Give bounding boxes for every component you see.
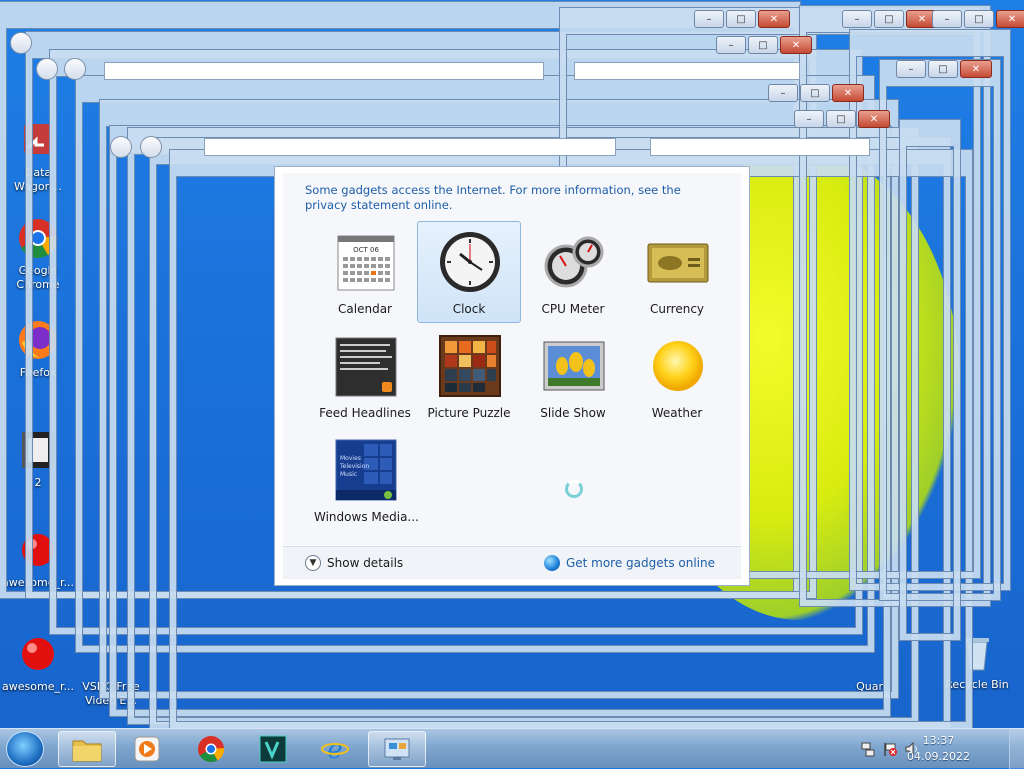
- minimize-icon[interactable]: –: [794, 110, 824, 128]
- window-controls: – □ ✕: [794, 110, 890, 128]
- window-controls: – □ ✕: [932, 10, 1024, 28]
- privacy-notice[interactable]: Some gadgets access the Internet. For mo…: [305, 183, 725, 213]
- svg-text:Music: Music: [340, 471, 357, 478]
- close-icon[interactable]: ✕: [780, 36, 812, 54]
- window-controls: – □ ✕: [694, 10, 790, 28]
- minimize-icon[interactable]: –: [768, 84, 798, 102]
- windows-media-center-icon: Movies Television Music: [334, 438, 398, 502]
- maximize-icon[interactable]: □: [874, 10, 904, 28]
- minimize-icon[interactable]: –: [716, 36, 746, 54]
- close-icon[interactable]: ✕: [960, 60, 992, 78]
- svg-text:OCT 06: OCT 06: [353, 246, 379, 254]
- svg-text:Television: Television: [339, 463, 369, 470]
- system-tray: 13:37 04.09.2022: [854, 729, 1024, 769]
- minimize-icon[interactable]: –: [694, 10, 724, 28]
- chevron-down-icon: ▼: [305, 555, 321, 571]
- currency-icon: [646, 230, 710, 294]
- taskbar-clock[interactable]: 13:37 04.09.2022: [907, 733, 970, 765]
- taskbar-item-gadget-gallery[interactable]: [368, 731, 426, 767]
- maximize-icon[interactable]: □: [726, 10, 756, 28]
- window-controls: – □ ✕: [896, 60, 992, 78]
- gadget-grid: Some gadgets access the Internet. For mo…: [283, 173, 741, 545]
- maximize-icon[interactable]: □: [964, 10, 994, 28]
- minimize-icon[interactable]: –: [896, 60, 926, 78]
- clock-icon: [438, 230, 502, 294]
- desktop: Data Wagon... Google Chrome Firefox 2 aw…: [0, 0, 1024, 728]
- loading-spinner-icon: [565, 480, 583, 498]
- taskbar: e 13:37 04.09.2022: [0, 728, 1024, 769]
- back-button[interactable]: [110, 136, 132, 158]
- start-button[interactable]: [6, 731, 44, 767]
- close-icon[interactable]: ✕: [996, 10, 1024, 28]
- picture-puzzle-icon: [438, 334, 502, 398]
- back-button[interactable]: [64, 58, 86, 80]
- address-bar[interactable]: [204, 138, 616, 156]
- window-controls: – □ ✕: [768, 84, 864, 102]
- address-bar[interactable]: [574, 62, 800, 80]
- slide-show-icon: [542, 334, 606, 398]
- weather-icon: [646, 334, 710, 398]
- gadget-slide-show[interactable]: Slide Show: [521, 325, 625, 427]
- folder-icon: [72, 740, 102, 762]
- feed-headlines-icon: [334, 334, 398, 398]
- gadget-windows-media-center[interactable]: Movies Television Music Windows Media...: [313, 429, 419, 531]
- maximize-icon[interactable]: □: [826, 110, 856, 128]
- cpu-meter-icon: [542, 230, 606, 294]
- get-more-gadgets-link[interactable]: Get more gadgets online: [543, 555, 715, 571]
- maximize-icon[interactable]: □: [748, 36, 778, 54]
- gadget-cpu-meter[interactable]: CPU Meter: [521, 221, 625, 323]
- desktop-icon-awesome-r-2[interactable]: awesome_r...: [0, 632, 76, 694]
- show-desktop-button[interactable]: [1009, 729, 1024, 769]
- gadget-feed-headlines[interactable]: Feed Headlines: [313, 325, 417, 427]
- close-icon[interactable]: ✕: [758, 10, 790, 28]
- gadget-weather[interactable]: Weather: [625, 325, 729, 427]
- gadget-gallery-icon: [384, 738, 410, 760]
- taskbar-item-chrome[interactable]: [182, 731, 240, 767]
- address-bar[interactable]: [650, 138, 870, 156]
- red-ball-icon: [16, 632, 60, 676]
- taskbar-item-explorer[interactable]: [58, 731, 116, 767]
- media-app-icon: [259, 735, 287, 763]
- chrome-icon: [198, 736, 225, 763]
- back-button[interactable]: [140, 136, 162, 158]
- network-icon[interactable]: [860, 741, 876, 757]
- taskbar-item-media-app[interactable]: [244, 731, 302, 767]
- action-center-flag-icon[interactable]: [882, 741, 898, 757]
- close-icon[interactable]: ✕: [832, 84, 864, 102]
- show-details-button[interactable]: ▼ Show details: [305, 555, 403, 571]
- taskbar-item-internet-explorer[interactable]: e: [306, 731, 364, 767]
- taskbar-item-media-player[interactable]: [118, 731, 176, 767]
- gadget-calendar[interactable]: OCT 06 Calendar: [313, 221, 417, 323]
- gadget-gallery-window: Some gadgets access the Internet. For mo…: [274, 166, 750, 586]
- minimize-icon[interactable]: –: [842, 10, 872, 28]
- globe-icon: [543, 555, 560, 571]
- window-trail-frame: [900, 120, 960, 640]
- back-button[interactable]: [36, 58, 58, 80]
- window-controls: – □ ✕: [716, 36, 812, 54]
- media-player-icon: [134, 736, 160, 762]
- maximize-icon[interactable]: □: [800, 84, 830, 102]
- svg-text:e: e: [327, 735, 342, 764]
- svg-text:Movies: Movies: [340, 455, 361, 462]
- ie-icon: e: [321, 735, 349, 764]
- close-icon[interactable]: ✕: [858, 110, 890, 128]
- calendar-icon: OCT 06: [334, 230, 398, 294]
- gadget-currency[interactable]: Currency: [625, 221, 729, 323]
- minimize-icon[interactable]: –: [932, 10, 962, 28]
- address-bar[interactable]: [104, 62, 544, 80]
- back-button[interactable]: [10, 32, 32, 54]
- window-controls: – □ ✕: [842, 10, 938, 28]
- gadget-picture-puzzle[interactable]: Picture Puzzle: [417, 325, 521, 427]
- gallery-footer: ▼ Show details Get more gadgets online: [283, 546, 741, 579]
- gadget-clock[interactable]: Clock: [417, 221, 521, 323]
- maximize-icon[interactable]: □: [928, 60, 958, 78]
